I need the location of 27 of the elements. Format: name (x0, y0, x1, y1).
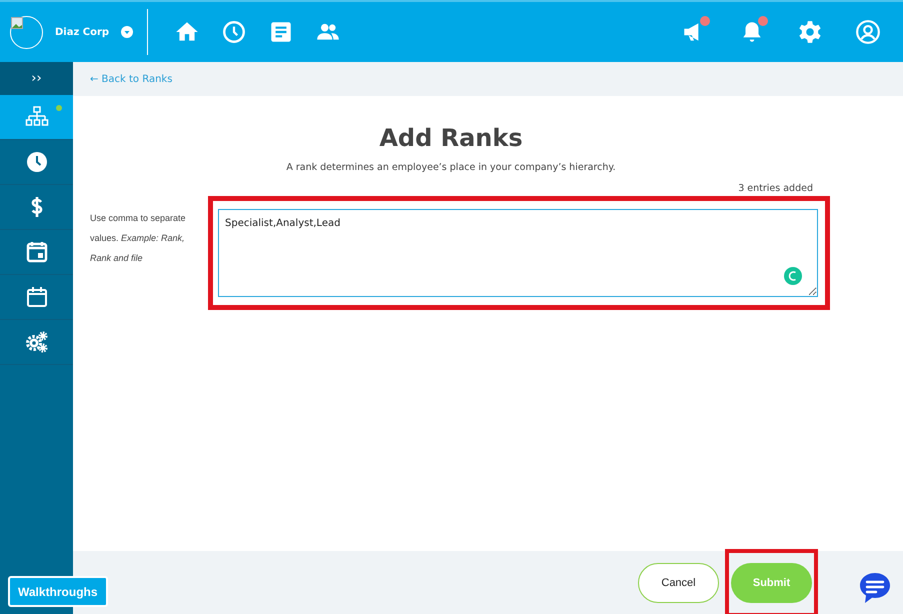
sidebar-toggle[interactable]: ›› (0, 62, 73, 95)
page-title: Add Ranks (378, 124, 524, 152)
org-chart-icon (24, 105, 48, 129)
calendar-icon (24, 240, 48, 264)
back-link[interactable]: ← Back to Ranks (90, 74, 172, 84)
assistant-icon[interactable] (784, 267, 802, 285)
header-action-button[interactable] (855, 19, 881, 45)
page-subtitle: A rank determines an employee’s place in your company’s hierarchy. (285, 162, 617, 173)
calendar-icon (24, 285, 48, 309)
company-name[interactable]: Diaz Corp (55, 26, 110, 38)
broken-image-icon (11, 16, 23, 28)
submit-button[interactable]: Submit (731, 562, 812, 602)
ranks-field[interactable]: Specialist,Analyst,Lead (218, 209, 818, 297)
clock-icon (24, 150, 48, 174)
caret-icon[interactable] (121, 26, 134, 38)
header-action-button[interactable] (797, 19, 823, 45)
cancel-button[interactable]: Cancel (638, 562, 719, 602)
clock-icon (221, 19, 247, 45)
gears-icon (24, 330, 48, 354)
walkthroughs-button[interactable]: Walkthroughs (8, 576, 108, 607)
entries-counter: 3 entries added (737, 183, 813, 194)
nav-button[interactable] (221, 19, 247, 45)
chat-icon[interactable] (857, 570, 893, 606)
field-hint: Use comma to separate values. Example: Rank, Rank and file (90, 212, 187, 265)
sidebar-item[interactable] (0, 95, 73, 140)
settings-icon (797, 19, 823, 45)
user-icon (855, 19, 881, 45)
